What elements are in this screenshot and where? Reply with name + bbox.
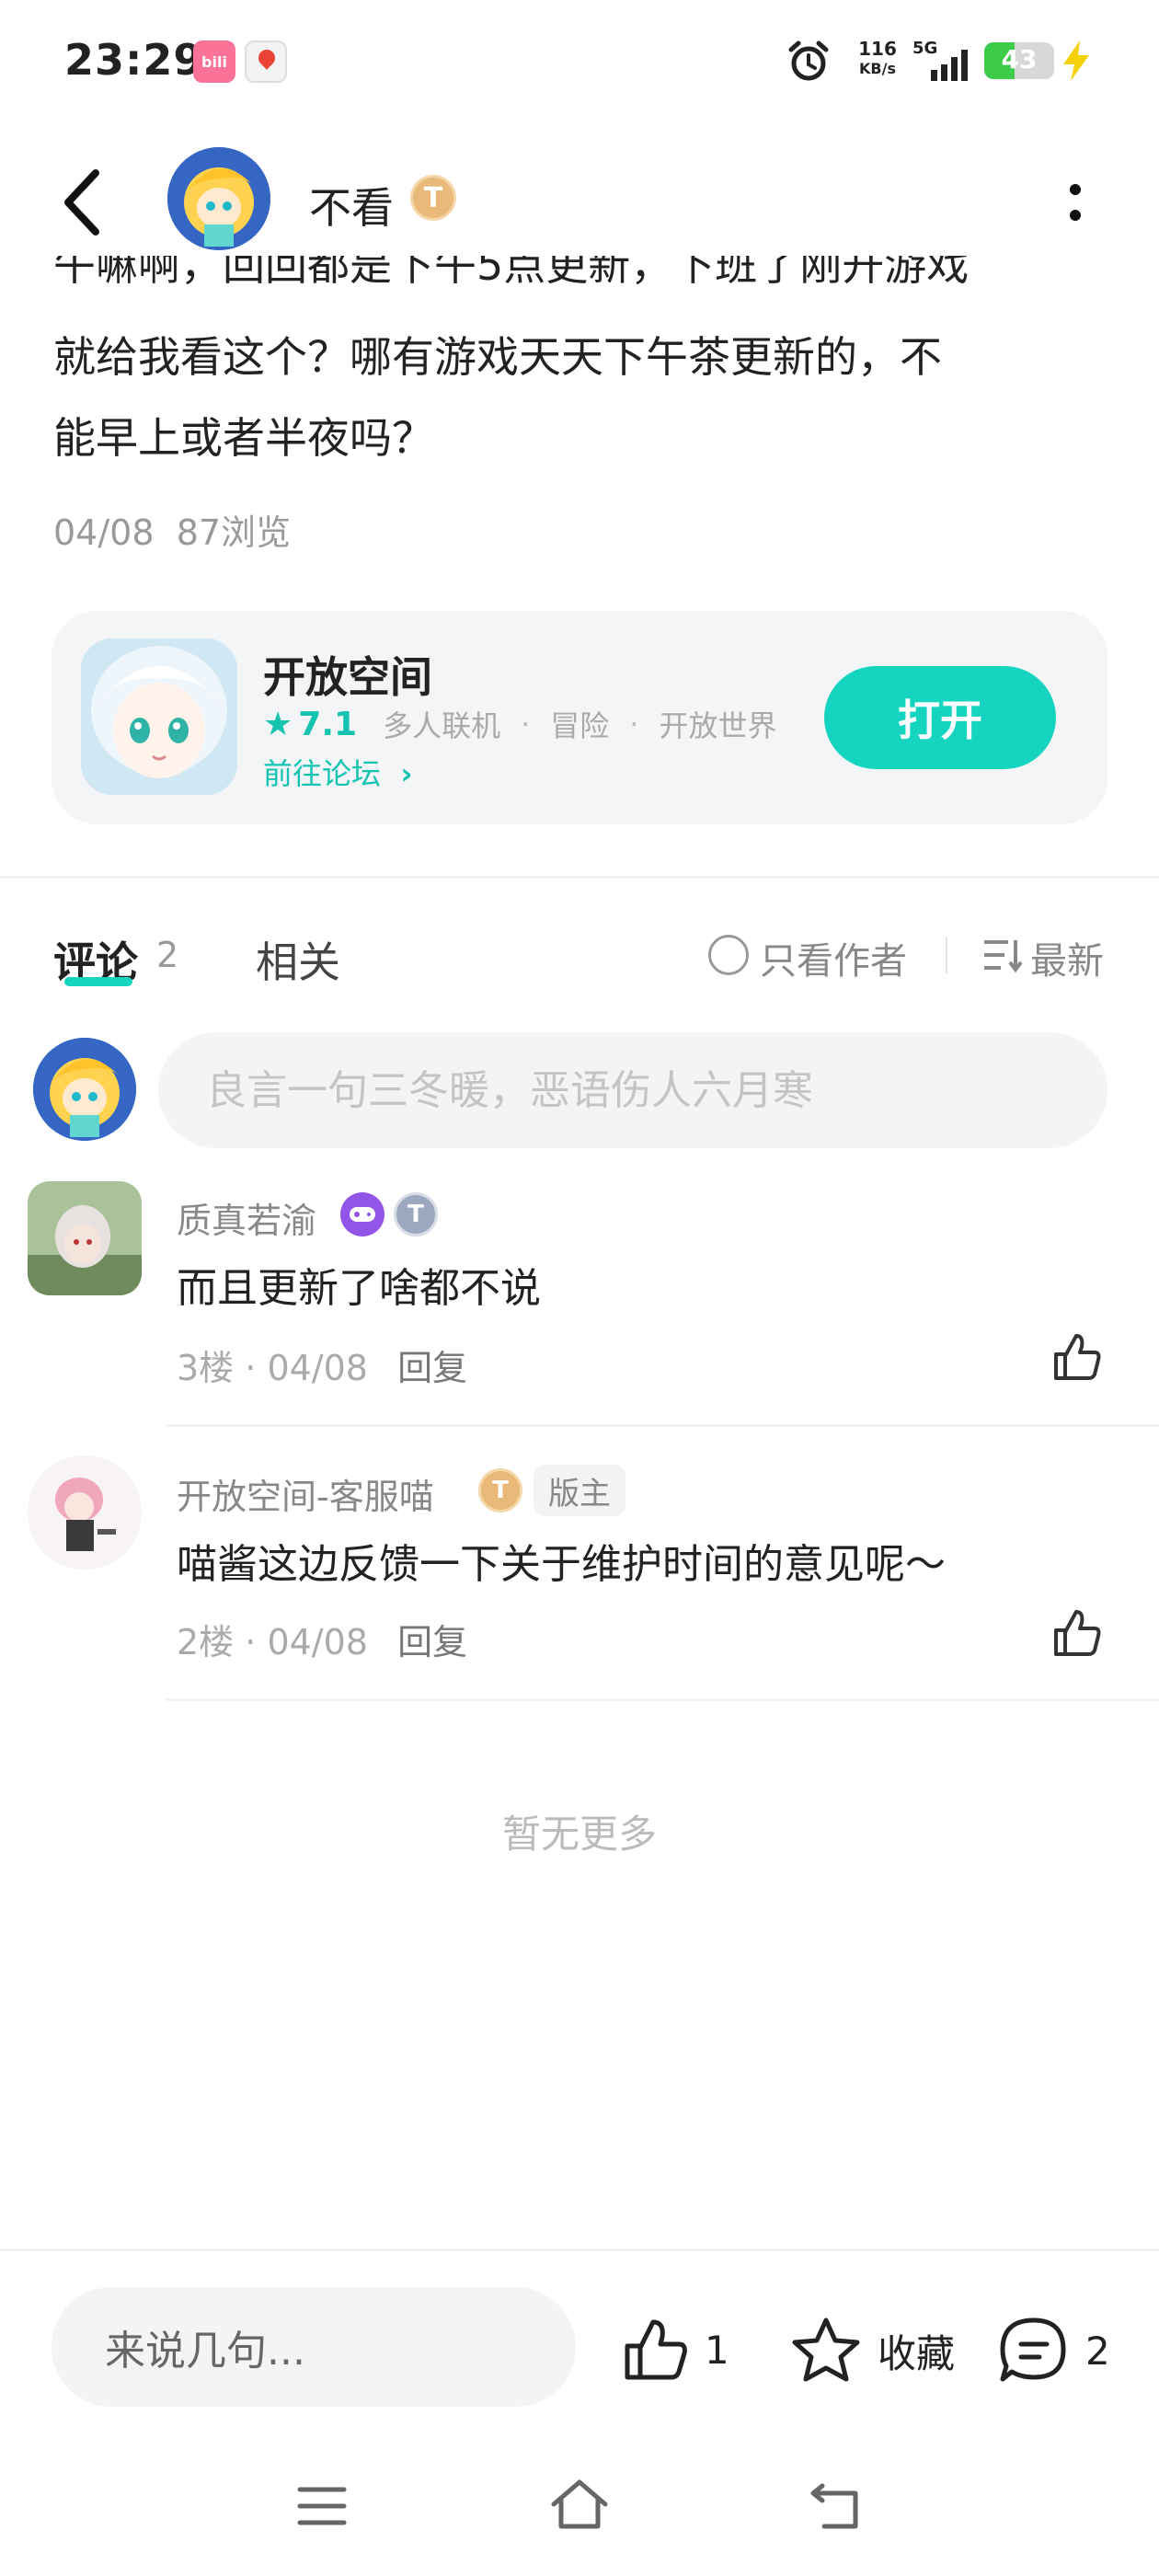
commenter-avatar[interactable] (28, 1181, 142, 1295)
author-name[interactable]: 不看 (309, 175, 394, 236)
my-avatar (33, 1038, 136, 1141)
post-meta: 04/08 87浏览 (53, 504, 291, 555)
no-more-label: 暂无更多 (501, 1811, 657, 1857)
reply-button[interactable]: 回复 (397, 1622, 467, 1662)
post-views: 87浏览 (176, 512, 292, 553)
post-text-line: 能早上或者半夜吗？ (53, 413, 434, 463)
comment-divider (166, 1698, 1159, 1701)
comment-floor: 3楼 (177, 1348, 235, 1388)
signal-icon: 5G (912, 39, 968, 81)
app-name: 开放空间 (263, 652, 432, 702)
forum-link[interactable]: 前往论坛 › (263, 751, 413, 793)
author-level-badge: T (410, 175, 456, 221)
network-type: 5G (912, 39, 937, 58)
reply-button[interactable]: 回复 (397, 1348, 467, 1388)
comment-date: 04/08 (267, 1348, 368, 1388)
app-tag: 多人联机 (383, 708, 501, 743)
star-outline-icon (792, 2317, 860, 2382)
comment-meta: 2楼 · 04/08 回复 (177, 1614, 467, 1664)
app-tag: 开放世界 (659, 708, 777, 743)
battery-indicator: 43 (984, 42, 1054, 79)
commenter-name[interactable]: 开放空间-客服喵 (177, 1468, 434, 1519)
sort-latest[interactable]: 最新 (1030, 931, 1104, 984)
network-speed-value: 116 (858, 38, 897, 60)
tag-separator: · (521, 707, 531, 742)
open-app-button[interactable]: 打开 (824, 666, 1056, 769)
nav-back-icon[interactable] (809, 2480, 863, 2532)
meta-separator: · (245, 1622, 268, 1662)
network-speed-unit: KB/s (859, 60, 896, 77)
more-options-icon[interactable] (1063, 180, 1087, 224)
map-notification-icon (245, 40, 287, 83)
thumbs-up-icon[interactable] (1050, 1330, 1104, 1384)
comment-divider (166, 1424, 1159, 1427)
comments-button[interactable]: 2 (999, 2317, 1110, 2385)
like-button[interactable]: 1 (622, 2317, 729, 2383)
radio-circle-icon[interactable] (708, 935, 749, 975)
post-text-line: 就给我看这个？哪有游戏天天下午茶更新的，不 (53, 332, 942, 382)
bilibili-notification-icon: bili (193, 40, 235, 83)
section-divider (0, 876, 1159, 879)
comment-text: 而且更新了啥都不说 (177, 1265, 541, 1312)
commenter-level-badge: T (478, 1468, 522, 1512)
active-tab-indicator (64, 977, 132, 986)
thumbs-up-icon[interactable] (1050, 1606, 1104, 1660)
app-rating: 7.1 (298, 705, 358, 743)
comment-text: 喵酱这边反馈一下关于维护时间的意见呢～ (177, 1541, 946, 1588)
nav-menu-icon[interactable] (296, 2482, 348, 2530)
comment-total: 2 (1085, 2328, 1110, 2374)
comment-count: 2 (156, 935, 179, 975)
app-tag: 冒险 (550, 708, 610, 743)
commenter-level-badge: T (394, 1192, 438, 1236)
star-icon: ★ (263, 705, 293, 743)
chevron-right-icon: › (390, 756, 413, 791)
back-arrow-icon[interactable] (57, 166, 109, 239)
network-speed: 116 KB/s (850, 39, 905, 79)
gamepad-badge-icon (340, 1192, 384, 1236)
bottom-bar-divider (0, 2248, 1159, 2251)
comment-floor: 2楼 (177, 1622, 235, 1662)
speech-bubble-icon (1000, 2317, 1066, 2382)
comment-meta: 3楼 · 04/08 回复 (177, 1340, 467, 1390)
post-date: 04/08 (53, 512, 155, 553)
app-icon[interactable] (81, 638, 237, 795)
battery-level: 43 (1001, 44, 1038, 75)
collect-button[interactable]: 收藏 (791, 2317, 955, 2385)
reply-input[interactable]: 来说几句... (52, 2287, 576, 2407)
tab-related[interactable]: 相关 (256, 929, 340, 990)
nav-home-icon[interactable] (548, 2477, 611, 2532)
status-time: 23:29 (64, 35, 204, 85)
author-only-filter[interactable]: 只看作者 (760, 931, 907, 984)
comment-date: 04/08 (267, 1622, 368, 1662)
author-avatar[interactable] (167, 147, 270, 250)
app-rating-row: ★ 7.1 多人联机 · 冒险 · 开放世界 (263, 703, 776, 745)
tag-separator: · (629, 707, 639, 742)
alarm-icon (788, 40, 829, 81)
charging-icon (1063, 40, 1089, 81)
collect-label: 收藏 (878, 2330, 956, 2376)
sort-icon[interactable] (982, 937, 1023, 973)
commenter-name[interactable]: 质真若渝 (177, 1192, 316, 1243)
forum-link-label: 前往论坛 (263, 756, 382, 791)
post-text-line: 午嘛啊，回回都是下午5点更新，下班了刚开游戏 (53, 256, 970, 290)
thumbs-up-icon (625, 2319, 687, 2380)
filter-divider (946, 937, 947, 973)
commenter-avatar[interactable] (28, 1455, 142, 1570)
meta-separator: · (245, 1348, 268, 1388)
comment-input[interactable] (158, 1032, 1107, 1148)
like-count: 1 (705, 2327, 729, 2373)
moderator-badge: 版主 (534, 1465, 625, 1516)
